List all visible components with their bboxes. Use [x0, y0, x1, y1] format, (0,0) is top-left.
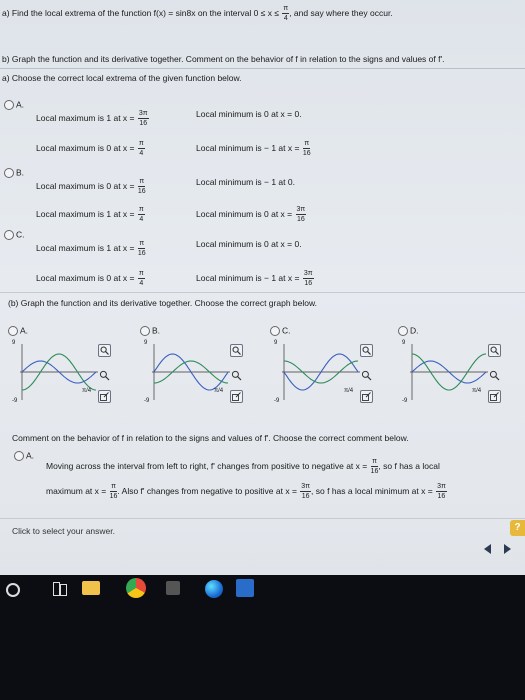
click-hint: Click to select your answer. — [12, 526, 115, 536]
graph-plot — [152, 344, 230, 400]
radio-graph-1[interactable] — [140, 326, 150, 336]
comment-a-line2: maximum at x = π 16. Also f' changes from… — [46, 483, 447, 500]
zoom-out-icon[interactable] — [99, 368, 110, 381]
app-icon[interactable] — [166, 581, 180, 595]
zoom-in-icon[interactable] — [488, 344, 501, 357]
open-graph-icon[interactable] — [230, 390, 243, 403]
divider — [0, 292, 525, 293]
option-a-0[interactable]: A. — [4, 100, 24, 110]
graph-plot — [20, 344, 98, 400]
taskbar — [0, 575, 525, 700]
ymax-label: 9 — [274, 340, 278, 346]
comment-instruction: Comment on the behavior of f in relation… — [12, 433, 409, 443]
photos-icon[interactable] — [236, 579, 254, 597]
zoom-in-icon[interactable] — [98, 344, 111, 357]
next-arrow-icon[interactable] — [504, 544, 511, 554]
radio-graph-2[interactable] — [270, 326, 280, 336]
max-text: Local maximum is 1 at x = π 16 — [36, 240, 146, 257]
graph-option-0[interactable]: A. — [8, 326, 28, 336]
radio-option-0[interactable] — [4, 100, 14, 110]
question-part-a: a) Find the local extrema of the functio… — [2, 5, 393, 22]
graph-option-3[interactable]: D. — [398, 326, 419, 336]
zoom-in-icon[interactable] — [360, 344, 373, 357]
graph-0: 9 -9 π/4 — [12, 340, 112, 404]
open-graph-icon[interactable] — [360, 390, 373, 403]
graph-option-2[interactable]: C. — [270, 326, 291, 336]
max-text: Local maximum is 1 at x = π4 — [36, 206, 145, 223]
min-text: Local minimum is 0 at x = 0. — [196, 239, 302, 249]
zoom-in-icon[interactable] — [230, 344, 243, 357]
max-text: Local maximum is 0 at x = π 16 — [36, 178, 146, 195]
comment-a-line1: Moving across the interval from left to … — [46, 458, 440, 475]
xtick-label: π/4 — [344, 388, 354, 394]
help-button[interactable]: ? — [510, 520, 525, 536]
option-a-2[interactable]: C. — [4, 230, 25, 240]
min-text: Local minimum is − 1 at x = π 16 — [196, 140, 311, 157]
max-text: Local maximum is 0 at x = π4 — [36, 270, 145, 287]
divider — [0, 68, 525, 69]
xtick-label: π/4 — [82, 388, 92, 394]
min-text: Local minimum is 0 at x = 3π 16 — [196, 206, 307, 223]
max-text: Local maximum is 1 at x = 3π 16 — [36, 110, 149, 127]
graph-plot — [282, 344, 360, 400]
zoom-out-icon[interactable] — [231, 368, 242, 381]
nav-arrows — [470, 543, 522, 557]
ymax-label: 9 — [144, 340, 148, 346]
max-text: Local maximum is 0 at x = π4 — [36, 140, 145, 157]
edge-icon[interactable] — [205, 580, 223, 598]
ymax-label: 9 — [12, 340, 16, 346]
ymin-label: -9 — [12, 398, 18, 404]
instruction-a: a) Choose the correct local extrema of t… — [2, 73, 242, 83]
graph-2: 9 -9 π/4 — [274, 340, 374, 404]
open-graph-icon[interactable] — [98, 390, 111, 403]
radio-option-2[interactable] — [4, 230, 14, 240]
min-text: Local minimum is 0 at x = 0. — [196, 109, 302, 119]
radio-option-1[interactable] — [4, 168, 14, 178]
ymin-label: -9 — [402, 398, 408, 404]
xtick-label: π/4 — [472, 388, 482, 394]
file-explorer-icon[interactable] — [82, 581, 100, 595]
graph-3: 9 -9 π/4 — [402, 340, 502, 404]
graph-option-1[interactable]: B. — [140, 326, 160, 336]
chrome-icon[interactable] — [126, 578, 146, 598]
xtick-label: π/4 — [214, 388, 224, 394]
radio-graph-0[interactable] — [8, 326, 18, 336]
instruction-b: (b) Graph the function and its derivativ… — [8, 298, 318, 308]
task-view-icon[interactable] — [53, 582, 67, 596]
ymin-label: -9 — [144, 398, 150, 404]
radio-graph-3[interactable] — [398, 326, 408, 336]
graph-plot — [410, 344, 488, 400]
ymin-label: -9 — [274, 398, 280, 404]
ymax-label: 9 — [402, 340, 406, 346]
open-graph-icon[interactable] — [488, 390, 501, 403]
graph-1: 9 -9 π/4 — [144, 340, 244, 404]
comment-option-a[interactable]: A. — [14, 451, 34, 461]
min-text: Local minimum is − 1 at x = 3π 16 — [196, 270, 314, 287]
question-part-b: b) Graph the function and its derivative… — [2, 54, 445, 64]
radio-comment-a[interactable] — [14, 451, 24, 461]
search-icon[interactable] — [6, 583, 20, 597]
zoom-out-icon[interactable] — [361, 368, 372, 381]
zoom-out-icon[interactable] — [489, 368, 500, 381]
divider — [0, 518, 525, 519]
option-a-1[interactable]: B. — [4, 168, 24, 178]
min-text: Local minimum is − 1 at 0. — [196, 177, 295, 187]
previous-arrow-icon[interactable] — [484, 544, 491, 554]
